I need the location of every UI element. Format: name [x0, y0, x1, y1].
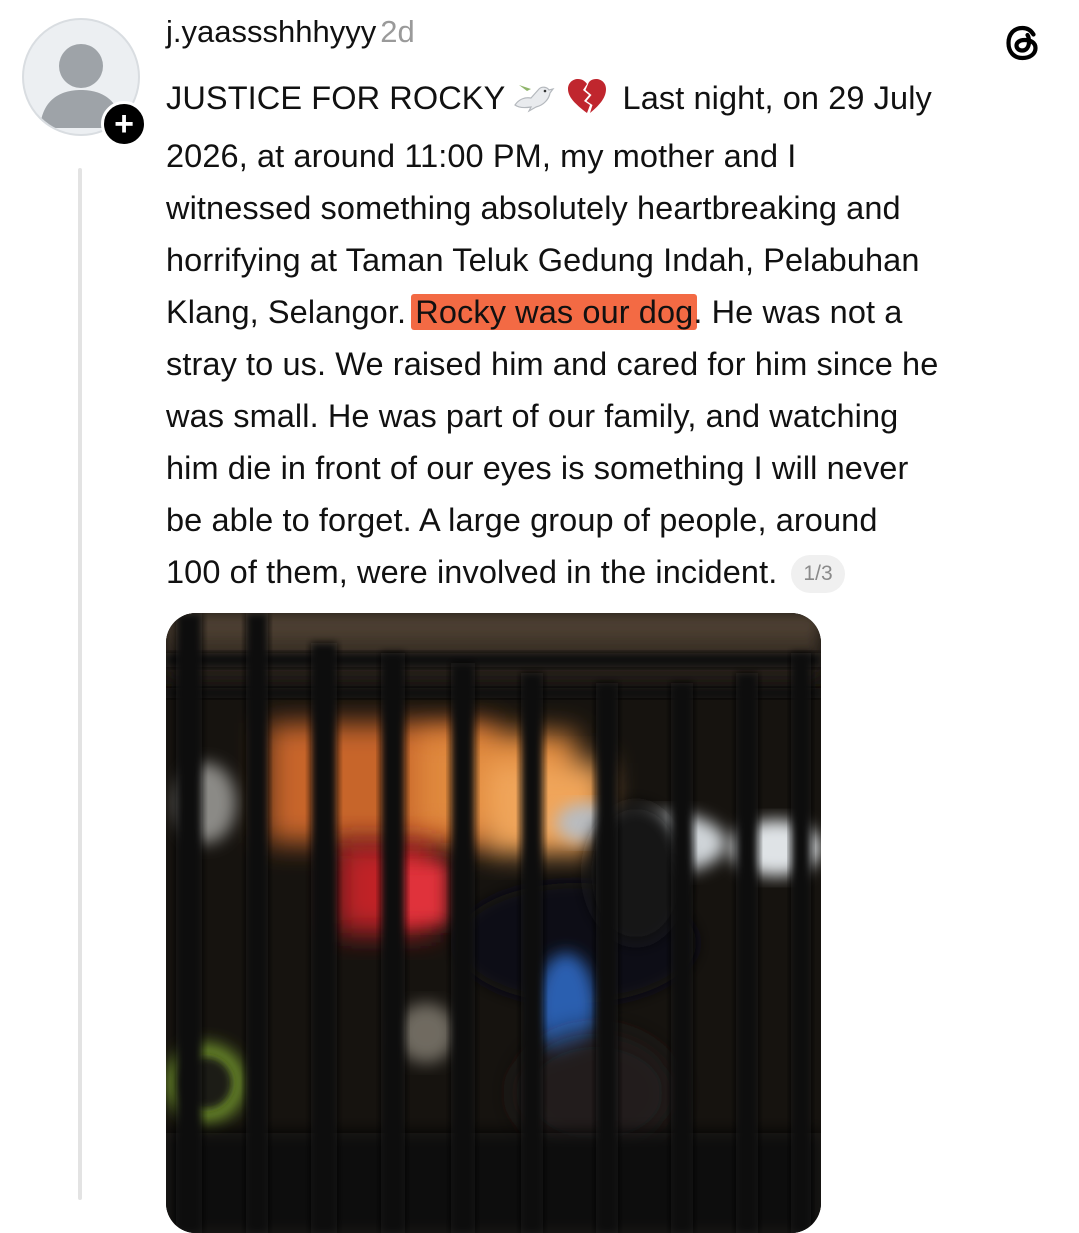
night-gate-scene [166, 613, 821, 1233]
post-line: witnessed something absolutely heartbrea… [166, 190, 901, 226]
post-video-thumbnail[interactable] [166, 613, 821, 1233]
post-text-segment: Last night, on 29 July [622, 80, 932, 116]
post-line: was small. He was part of our family, an… [166, 398, 899, 434]
plus-icon: + [114, 105, 134, 143]
post-line: him die in front of our eyes is somethin… [166, 450, 909, 486]
broken-heart-emoji [565, 77, 609, 130]
threads-logo-icon[interactable] [1000, 20, 1046, 66]
follow-button[interactable]: + [101, 101, 147, 147]
dove-emoji [509, 78, 557, 130]
post-line: Klang, Selangor. Rocky was our dog. He w… [166, 286, 1056, 338]
post-line: be able to forget. A large group of peop… [166, 502, 878, 538]
highlighted-text: Rocky was our dog [411, 294, 698, 330]
thread-line [78, 168, 82, 1200]
post-text-segment: Klang, Selangor. [166, 294, 416, 330]
post-line: 100 of them, were involved in the incide… [166, 546, 1056, 598]
post-text: JUSTICE FOR ROCKY Last night, on 29 July… [166, 72, 1056, 598]
post-line: JUSTICE FOR ROCKY Last night, on 29 July [166, 72, 1056, 130]
post-text-segment: . He was not a [693, 294, 903, 330]
post-line: stray to us. We raised him and cared for… [166, 346, 939, 382]
post-header: j.yaassshhhyyy 2d [166, 12, 415, 52]
post-line: horrifying at Taman Teluk Gedung Indah, … [166, 242, 920, 278]
post-text-segment: 100 of them, were involved in the incide… [166, 554, 778, 590]
username[interactable]: j.yaassshhhyyy [166, 14, 376, 49]
post-time: 2d [380, 14, 415, 49]
post-line: 2026, at around 11:00 PM, my mother and … [166, 138, 797, 174]
post-text-segment: JUSTICE FOR ROCKY [166, 80, 506, 116]
page-indicator[interactable]: 1/3 [791, 555, 845, 593]
